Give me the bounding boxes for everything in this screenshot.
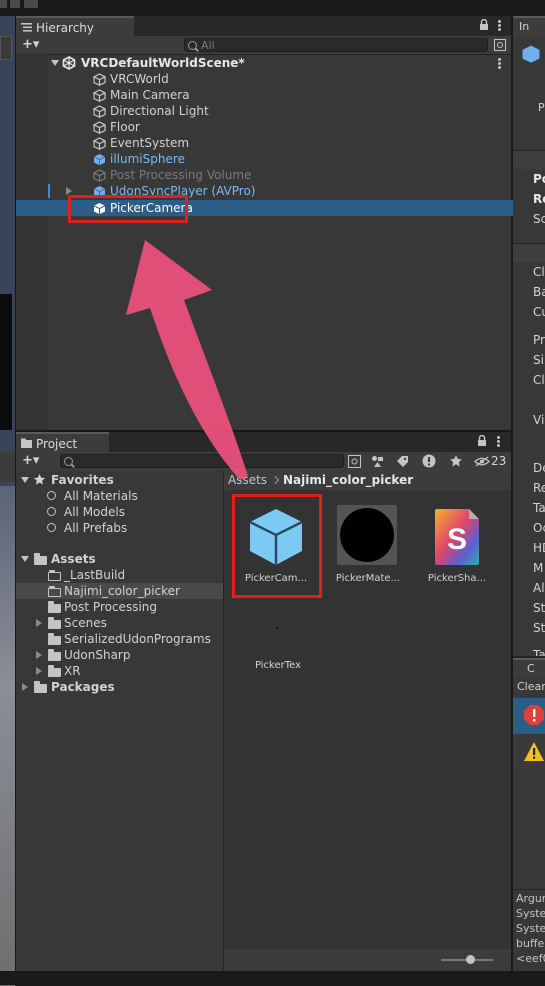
- annotation-arrow: [126, 240, 248, 480]
